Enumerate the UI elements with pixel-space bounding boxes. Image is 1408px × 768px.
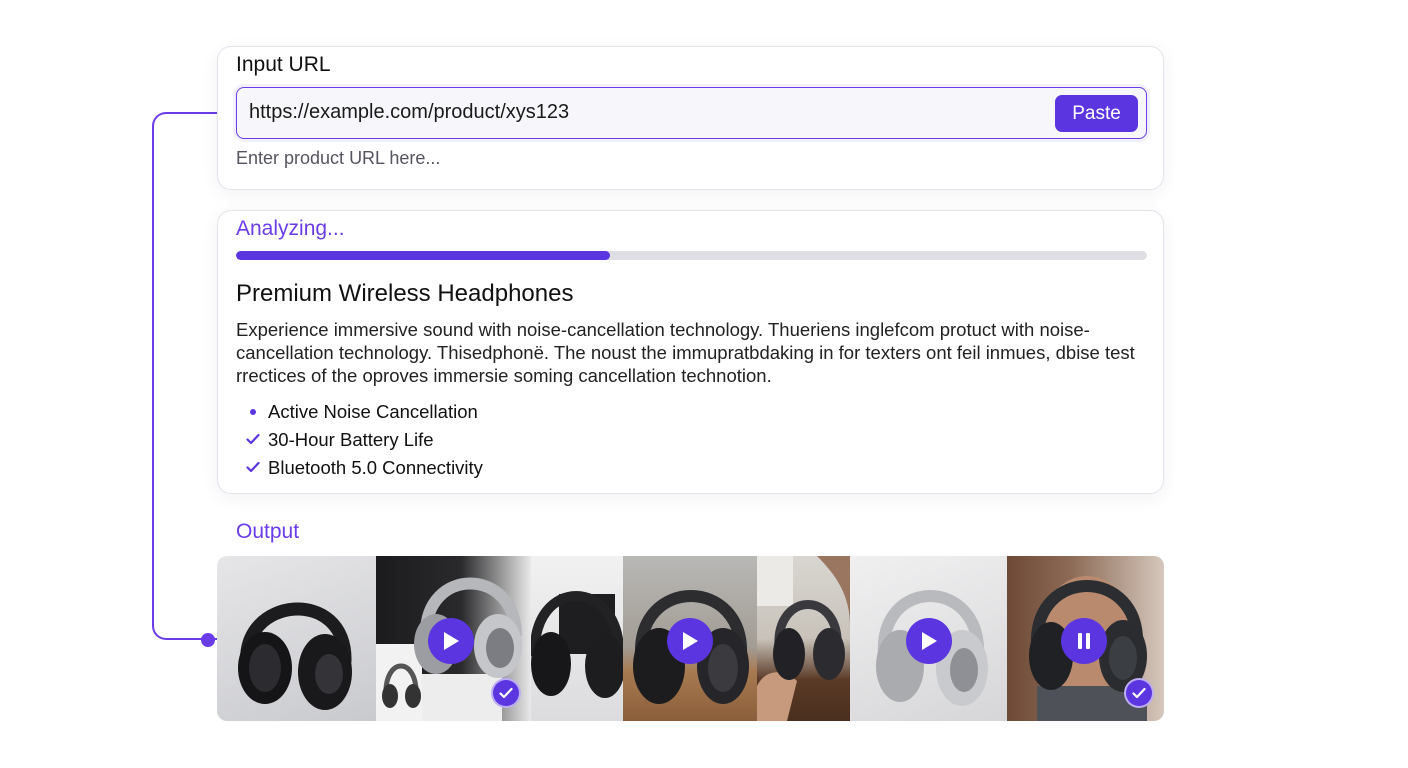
thumb-person-with-headphones[interactable] — [1007, 556, 1164, 721]
headphones-image — [757, 556, 850, 721]
feature-label: 30-Hour Battery Life — [268, 429, 434, 450]
play-icon[interactable] — [428, 618, 474, 664]
output-gallery — [217, 556, 1164, 721]
feature-label: Bluetooth 5.0 Connectivity — [268, 457, 483, 478]
thumb-black-headphones-display[interactable] — [531, 556, 623, 721]
feature-item: Bluetooth 5.0 Connectivity — [246, 454, 483, 482]
url-input-value[interactable]: https://example.com/product/xys123 — [249, 101, 569, 124]
thumb-dark-headphones-wood[interactable] — [623, 556, 757, 721]
analysis-status: Analyzing... — [236, 217, 345, 240]
paste-button[interactable]: Paste — [1055, 95, 1138, 132]
thumb-silver-headphones-white[interactable] — [850, 556, 1007, 721]
analysis-card: Analyzing... Premium Wireless Headphones… — [217, 210, 1164, 494]
product-description: Experience immersive sound with noise-ca… — [236, 319, 1135, 386]
headphones-image — [238, 602, 352, 710]
url-input-hint: Enter product URL here... — [236, 148, 441, 168]
selected-check-icon — [491, 678, 521, 708]
check-icon — [246, 432, 268, 448]
output-title: Output — [236, 520, 300, 543]
pause-icon[interactable] — [1061, 618, 1107, 664]
input-url-card: Input URL https://example.com/product/xy… — [217, 46, 1164, 190]
thumb-headphones-on-desk[interactable] — [757, 556, 850, 721]
feature-item: Active Noise Cancellation — [246, 398, 483, 426]
play-icon[interactable] — [906, 618, 952, 664]
analysis-progress-bar — [236, 251, 1147, 260]
feature-label: Active Noise Cancellation — [268, 401, 478, 422]
input-url-title: Input URL — [236, 53, 331, 76]
check-icon — [246, 460, 268, 476]
bullet-dot-icon — [250, 409, 256, 415]
flow-connector-line — [152, 112, 218, 640]
feature-list: Active Noise Cancellation 30-Hour Batter… — [246, 398, 483, 482]
selected-check-icon — [1124, 678, 1154, 708]
headphones-image — [531, 591, 623, 698]
product-title: Premium Wireless Headphones — [236, 280, 574, 307]
thumb-black-headphones-studio[interactable] — [217, 556, 376, 721]
feature-item: 30-Hour Battery Life — [246, 426, 483, 454]
url-input-field[interactable]: https://example.com/product/xys123 Paste — [236, 87, 1147, 139]
thumb-silver-headphones-box[interactable] — [376, 556, 531, 721]
flow-connector-dot — [201, 633, 215, 647]
play-icon[interactable] — [667, 618, 713, 664]
analysis-progress-fill — [236, 251, 610, 260]
